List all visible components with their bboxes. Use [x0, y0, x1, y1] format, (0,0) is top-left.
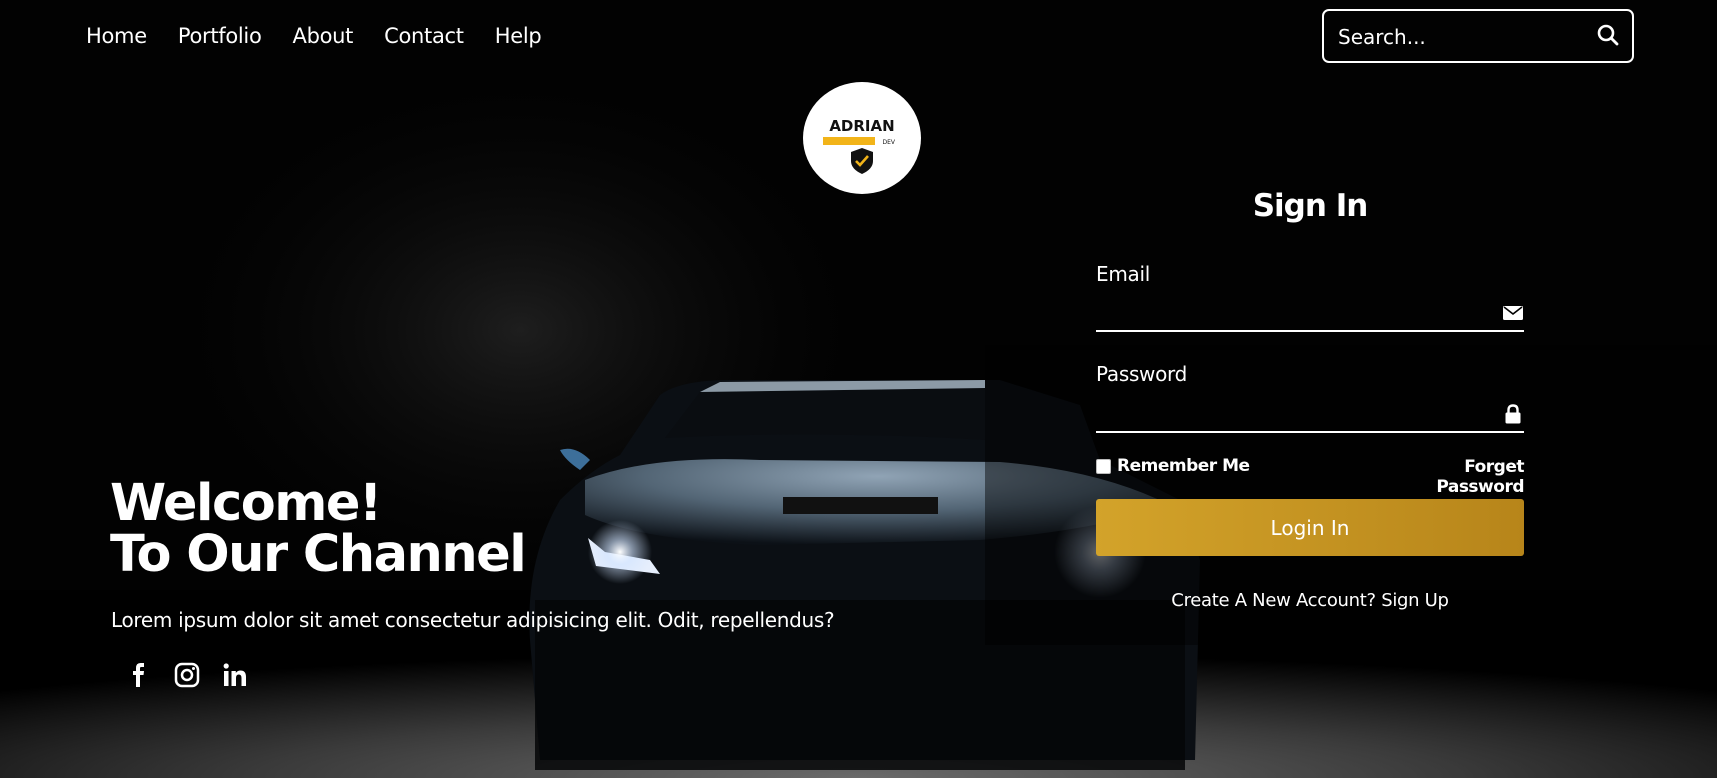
logo: ADRIAN DEV [803, 82, 921, 194]
envelope-icon [1503, 306, 1523, 320]
signup-link[interactable]: Sign Up [1381, 590, 1449, 611]
password-label: Password [1096, 362, 1188, 386]
social-links [126, 662, 248, 688]
search-input[interactable] [1336, 11, 1580, 63]
nav-help[interactable]: Help [495, 24, 542, 48]
logo-subtext: DEV [882, 139, 895, 146]
logo-mark: ADRIAN DEV [823, 117, 896, 174]
password-field[interactable] [1096, 397, 1490, 433]
hero-text: Lorem ipsum dolor sit amet consectetur a… [111, 608, 835, 632]
nav-home[interactable]: Home [86, 24, 147, 48]
email-field-wrapper [1096, 296, 1524, 332]
password-field-wrapper [1096, 397, 1524, 433]
logo-text: ADRIAN [829, 117, 894, 135]
email-field[interactable] [1096, 296, 1490, 332]
forget-password-link[interactable]: Forget Password [1377, 457, 1524, 497]
nav-contact[interactable]: Contact [384, 24, 464, 48]
signup-prefix: Create A New Account? [1171, 590, 1376, 611]
remember-label: Remember Me [1117, 456, 1250, 476]
search-icon[interactable] [1596, 23, 1620, 47]
remember-checkbox[interactable] [1096, 458, 1111, 474]
instagram-icon[interactable] [174, 662, 200, 688]
lock-icon [1505, 404, 1521, 424]
signup-row: Create A New Account? Sign Up [1096, 590, 1524, 611]
remember-me: Remember Me [1096, 456, 1250, 476]
main-nav: Home Portfolio About Contact Help [86, 24, 572, 48]
form-title: Sign In [1252, 188, 1369, 224]
login-button[interactable]: Login In [1096, 499, 1524, 556]
hero-title: Welcome! To Our Channel [110, 474, 527, 584]
nav-portfolio[interactable]: Portfolio [178, 24, 262, 48]
nav-about[interactable]: About [293, 24, 354, 48]
facebook-icon[interactable] [126, 662, 152, 688]
linkedin-icon[interactable] [222, 662, 248, 688]
email-label: Email [1096, 262, 1150, 286]
search-box [1322, 9, 1634, 63]
